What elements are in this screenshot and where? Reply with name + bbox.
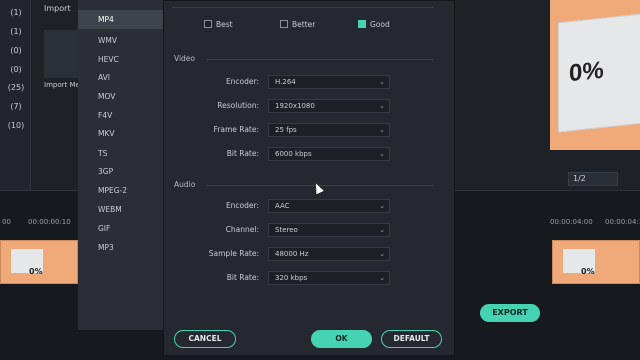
- format-item-wmv[interactable]: WMV: [78, 31, 166, 50]
- timeline-clip[interactable]: 0%: [0, 240, 78, 284]
- video-section-title: Video: [174, 54, 196, 63]
- audio-bitrate-label: Bit Rate:: [226, 273, 259, 282]
- chevron-down-icon: ⌄: [379, 126, 385, 134]
- format-item-avi[interactable]: AVI: [78, 68, 166, 87]
- chevron-down-icon: ⌄: [379, 78, 385, 86]
- timecode: 00:00:04:1: [605, 218, 640, 226]
- format-item-mkv[interactable]: MKV: [78, 124, 166, 143]
- video-resolution-select[interactable]: 1920x1080 ⌄: [268, 99, 390, 113]
- clip-text: 0%: [29, 267, 43, 276]
- audio-bitrate-select[interactable]: 320 kbps ⌄: [268, 271, 390, 285]
- audio-samplerate-label: Sample Rate:: [208, 249, 259, 258]
- media-count[interactable]: (7): [4, 102, 28, 111]
- format-item-gif[interactable]: GIF: [78, 219, 166, 238]
- timecode: 00:00:04:00: [550, 218, 593, 226]
- chevron-down-icon: ⌄: [379, 226, 385, 234]
- video-bitrate-label: Bit Rate:: [226, 149, 259, 158]
- video-bitrate-select[interactable]: 6000 kbps ⌄: [268, 147, 390, 161]
- timecode: 00:00:00:10: [28, 218, 71, 226]
- default-button[interactable]: DEFAULT: [381, 330, 442, 348]
- chevron-down-icon: ⌄: [379, 202, 385, 210]
- audio-channel-label: Channel:: [225, 225, 259, 234]
- video-resolution-label: Resolution:: [217, 101, 259, 110]
- export-settings-dialog: Best Better Good Video Encoder: H.264 ⌄ R…: [163, 0, 455, 356]
- format-item-webm[interactable]: WEBM: [78, 200, 166, 219]
- timeline-clip[interactable]: 0%: [552, 240, 640, 284]
- quality-better-checkbox[interactable]: [280, 20, 288, 28]
- media-count-panel: (1) (1) (0) (0) (25) (7) (10): [0, 0, 30, 190]
- preview-text: 0%: [569, 56, 604, 88]
- media-count[interactable]: (1): [4, 8, 28, 17]
- format-item-3gp[interactable]: 3GP: [78, 162, 166, 181]
- media-count[interactable]: (1): [4, 27, 28, 36]
- format-item-hevc[interactable]: HEVC: [78, 50, 166, 69]
- format-item-f4v[interactable]: F4V: [78, 106, 166, 125]
- chevron-down-icon: ⌄: [379, 102, 385, 110]
- clip-text: 0%: [581, 267, 595, 276]
- video-framerate-select[interactable]: 25 fps ⌄: [268, 123, 390, 137]
- audio-encoder-select[interactable]: AAC ⌄: [268, 199, 390, 213]
- import-media-label: Import Me: [44, 81, 80, 89]
- chevron-down-icon: ⌄: [379, 274, 385, 282]
- video-framerate-value: 25 fps: [275, 126, 297, 134]
- export-button[interactable]: EXPORT: [480, 304, 540, 322]
- format-item-mpeg2[interactable]: MPEG-2: [78, 181, 166, 200]
- format-item-mov[interactable]: MOV: [78, 87, 166, 106]
- video-framerate-label: Frame Rate:: [213, 125, 259, 134]
- chevron-down-icon: ⌄: [379, 250, 385, 258]
- quality-best-checkbox[interactable]: [204, 20, 212, 28]
- format-item-ts[interactable]: TS: [78, 144, 166, 163]
- audio-section-title: Audio: [174, 180, 196, 189]
- video-encoder-label: Encoder:: [225, 77, 259, 86]
- video-bitrate-value: 6000 kbps: [275, 150, 312, 158]
- quality-better-label: Better: [292, 20, 316, 29]
- audio-bitrate-value: 320 kbps: [275, 274, 308, 282]
- divider: [172, 7, 434, 8]
- cancel-button[interactable]: CANCEL: [174, 330, 236, 348]
- media-count[interactable]: (10): [4, 121, 28, 130]
- import-media-placeholder[interactable]: [44, 30, 80, 78]
- audio-samplerate-select[interactable]: 48000 Hz ⌄: [268, 247, 390, 261]
- video-encoder-value: H.264: [275, 78, 296, 86]
- audio-channel-select[interactable]: Stereo ⌄: [268, 223, 390, 237]
- format-item-mp4[interactable]: MP4: [78, 10, 166, 29]
- format-item-mp3[interactable]: MP3: [78, 238, 166, 257]
- audio-channel-value: Stereo: [275, 226, 298, 234]
- media-count[interactable]: (0): [4, 65, 28, 74]
- media-count[interactable]: (25): [4, 83, 28, 92]
- preview-card: 0%: [558, 13, 640, 133]
- audio-encoder-label: Encoder:: [225, 201, 259, 210]
- preview-quality-select[interactable]: 1/2: [568, 172, 618, 186]
- format-list: MP4 WMV HEVC AVI MOV F4V MKV TS 3GP MPEG…: [78, 0, 166, 330]
- quality-good-checkbox[interactable]: [358, 20, 366, 28]
- media-count[interactable]: (0): [4, 46, 28, 55]
- quality-good-label: Good: [370, 20, 390, 29]
- preview-window: 0%: [550, 0, 640, 150]
- audio-encoder-value: AAC: [275, 202, 290, 210]
- timecode: 00: [2, 218, 11, 226]
- audio-samplerate-value: 48000 Hz: [275, 250, 309, 258]
- ok-button[interactable]: OK: [311, 330, 372, 348]
- chevron-down-icon: ⌄: [379, 150, 385, 158]
- divider: [206, 59, 434, 60]
- video-resolution-value: 1920x1080: [275, 102, 315, 110]
- quality-best-label: Best: [216, 20, 233, 29]
- video-encoder-select[interactable]: H.264 ⌄: [268, 75, 390, 89]
